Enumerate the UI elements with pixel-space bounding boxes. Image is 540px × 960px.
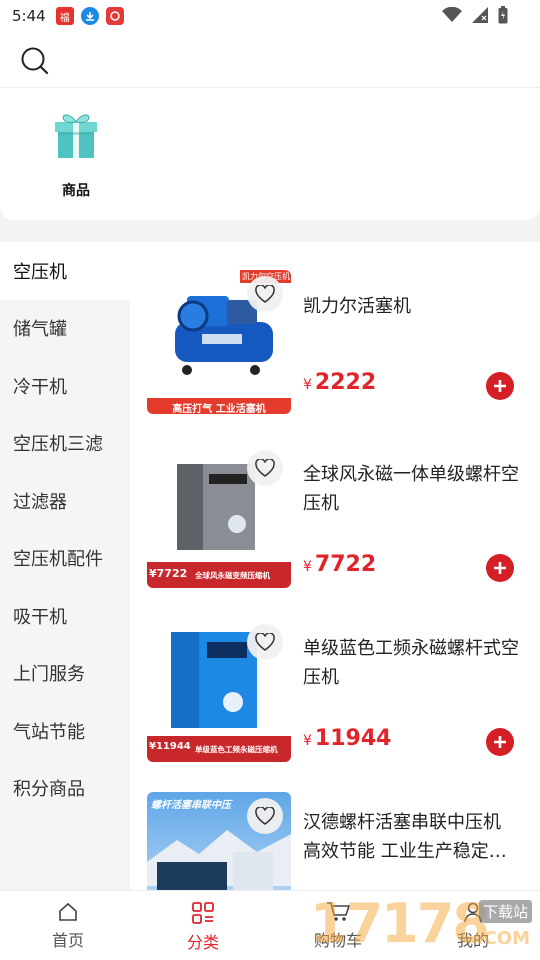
sidebar-item-air-compressor[interactable]: 空压机 bbox=[0, 242, 130, 300]
wifi-icon bbox=[442, 7, 462, 22]
banner-bottom-text: 单级蓝色工频永磁压缩机 bbox=[195, 745, 278, 754]
sidebar-item-adsorption-dryer[interactable]: 吸干机 bbox=[0, 587, 130, 645]
price-value: 2222 bbox=[314, 370, 377, 395]
product-card[interactable]: ¥7722 全球风永磁变频压缩机 全球风永磁一体单级螺杆空压机 ¥7722 bbox=[130, 444, 540, 604]
currency-symbol: ¥ bbox=[303, 559, 312, 575]
app-icon bbox=[105, 7, 124, 25]
gift-box-icon bbox=[44, 102, 108, 166]
sidebar-item-label: 过滤器 bbox=[13, 491, 67, 513]
price-value: 11944 bbox=[314, 726, 392, 751]
search-bar bbox=[0, 32, 540, 88]
tab-label: 首页 bbox=[51, 931, 84, 950]
product-title[interactable]: 凯力尔活塞机 bbox=[303, 292, 523, 321]
sidebar-item-label: 空压机三滤 bbox=[13, 434, 103, 456]
quick-link-products[interactable]: 商品 bbox=[40, 102, 112, 200]
plus-icon bbox=[494, 736, 506, 748]
currency-symbol: ¥ bbox=[303, 733, 312, 749]
plus-icon bbox=[494, 562, 506, 574]
home-icon bbox=[59, 902, 77, 921]
add-to-cart-button[interactable] bbox=[486, 372, 514, 400]
sidebar-item-label: 冷干机 bbox=[13, 376, 67, 398]
banner-top-text: 螺杆活塞串联中压 bbox=[151, 800, 231, 811]
search-icon[interactable] bbox=[20, 46, 50, 80]
heart-icon bbox=[255, 633, 275, 651]
sidebar-item-energy-saving[interactable]: 气站节能 bbox=[0, 702, 130, 760]
tab-home[interactable]: 首页 bbox=[23, 901, 113, 951]
sidebar-item-label: 吸干机 bbox=[13, 606, 67, 628]
watermark-domain: .COM bbox=[476, 928, 530, 949]
sidebar-item-compressor-parts[interactable]: 空压机配件 bbox=[0, 530, 130, 588]
status-time: 5:44 bbox=[12, 7, 46, 25]
product-title[interactable]: 汉德螺杆活塞串联中压机 高效节能 工业生产稳定供气 bbox=[303, 808, 523, 866]
favorite-button[interactable] bbox=[247, 798, 283, 834]
watermark-sub: 下载站 bbox=[478, 900, 532, 923]
product-card[interactable]: 凯力尔空压机 高压打气 工业活塞机 凯力尔活塞机 ¥2222 bbox=[130, 270, 540, 430]
banner-price-text: ¥7722 bbox=[149, 567, 188, 580]
sidebar-item-label: 储气罐 bbox=[13, 319, 67, 341]
signal-icon bbox=[472, 7, 488, 23]
favorite-button[interactable] bbox=[247, 450, 283, 486]
favorite-button[interactable] bbox=[247, 624, 283, 660]
sidebar-item-air-tank[interactable]: 储气罐 bbox=[0, 300, 130, 358]
watermark-logo: 17178 下载站 .COM bbox=[306, 890, 536, 956]
product-title[interactable]: 全球风永磁一体单级螺杆空压机 bbox=[303, 460, 523, 518]
sidebar-item-label: 积分商品 bbox=[13, 779, 85, 801]
sidebar-item-onsite-service[interactable]: 上门服务 bbox=[0, 645, 130, 703]
tab-category[interactable]: 分类 bbox=[158, 901, 248, 953]
banner-bottom-text: 全球风永磁变频压缩机 bbox=[195, 571, 270, 580]
category-icon bbox=[192, 902, 214, 924]
favorite-button[interactable] bbox=[247, 276, 283, 312]
add-to-cart-button[interactable] bbox=[486, 554, 514, 582]
quick-links: 商品 bbox=[0, 88, 540, 220]
product-card[interactable]: ¥11944 单级蓝色工频永磁压缩机 单级蓝色工频永磁螺杆式空压机 ¥11944 bbox=[130, 618, 540, 778]
plus-icon bbox=[494, 380, 506, 392]
currency-symbol: ¥ bbox=[303, 377, 312, 393]
sidebar-item-label: 气站节能 bbox=[13, 721, 85, 743]
tab-label: 分类 bbox=[186, 933, 219, 952]
quick-link-label: 商品 bbox=[62, 183, 90, 199]
heart-icon bbox=[255, 285, 275, 303]
product-list: 凯力尔空压机 高压打气 工业活塞机 凯力尔活塞机 ¥2222 ¥7722 全球风… bbox=[130, 242, 540, 890]
heart-icon bbox=[255, 807, 275, 825]
banner-bottom-text: 高压打气 工业活塞机 bbox=[172, 404, 266, 414]
watermark-text: 17178 bbox=[310, 892, 490, 955]
status-bar: 5:44 福 bbox=[0, 0, 540, 32]
price-value: 7722 bbox=[314, 552, 377, 577]
sidebar-item-label: 空压机 bbox=[13, 261, 67, 283]
product-title[interactable]: 单级蓝色工频永磁螺杆式空压机 bbox=[303, 634, 523, 692]
download-icon bbox=[80, 7, 99, 25]
sidebar-item-filter[interactable]: 过滤器 bbox=[0, 472, 130, 530]
product-price: ¥7722 bbox=[303, 552, 376, 577]
product-price: ¥11944 bbox=[303, 726, 391, 751]
category-sidebar: 空压机 储气罐 冷干机 空压机三滤 过滤器 空压机配件 吸干机 上门服务 气站节… bbox=[0, 242, 130, 890]
heart-icon bbox=[255, 459, 275, 477]
product-price: ¥2222 bbox=[303, 370, 376, 395]
battery-icon bbox=[498, 6, 508, 24]
sidebar-item-compressor-filters[interactable]: 空压机三滤 bbox=[0, 415, 130, 473]
product-card[interactable]: 螺杆活塞串联中压 汉德螺杆活塞串联中压机 高效节能 工业生产稳定供气 bbox=[130, 792, 540, 890]
app-red-icon: 福 bbox=[55, 7, 74, 25]
sidebar-item-refrigerated-dryer[interactable]: 冷干机 bbox=[0, 357, 130, 415]
sidebar-item-points-goods[interactable]: 积分商品 bbox=[0, 760, 130, 818]
add-to-cart-button[interactable] bbox=[486, 728, 514, 756]
sidebar-item-label: 空压机配件 bbox=[13, 549, 103, 571]
sidebar-item-label: 上门服务 bbox=[13, 664, 85, 686]
banner-price-text: ¥11944 bbox=[149, 741, 191, 752]
